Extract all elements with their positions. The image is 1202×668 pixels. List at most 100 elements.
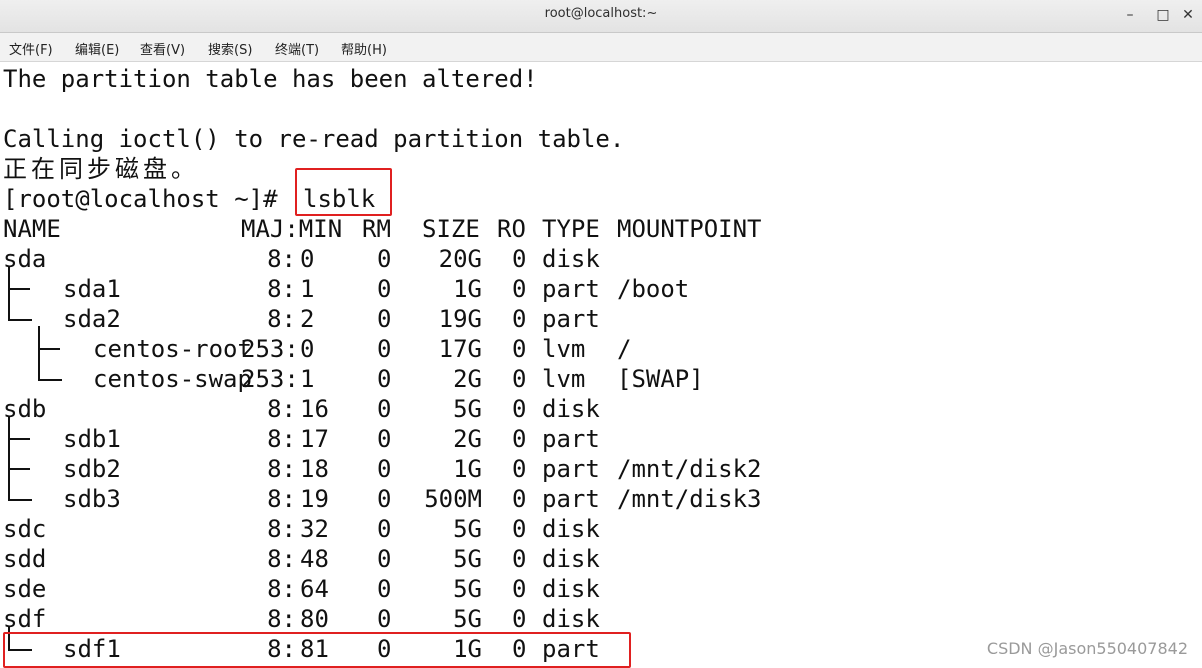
ro-value: 0 [512, 395, 527, 423]
ro-value: 0 [512, 515, 527, 543]
maj-number: 253: [241, 365, 299, 393]
tree-branch [8, 468, 30, 470]
window-title: root@localhost:~ [544, 6, 658, 21]
device-name: sdb1 [63, 425, 121, 453]
watermark: CSDN @Jason550407842 [986, 639, 1188, 658]
ro-value: 0 [512, 605, 527, 633]
maj-number: 8: [267, 515, 296, 543]
tree-connector [8, 266, 32, 296]
maj-number: 8: [267, 575, 296, 603]
maj-number: 8: [267, 485, 296, 513]
size-value: 500M [424, 485, 482, 513]
size-value: 20G [438, 245, 482, 273]
command-text: lsblk [303, 185, 376, 213]
min-number: 18 [300, 455, 329, 483]
min-number: 2 [300, 305, 315, 333]
col-header-size: SIZE [422, 215, 480, 243]
title-bar: root@localhost:~ – □ ✕ [0, 0, 1202, 33]
tree-connector [8, 446, 32, 476]
rm-value: 0 [377, 275, 392, 303]
maj-number: 8: [267, 455, 296, 483]
maj-number: 8: [267, 245, 296, 273]
output-line: Calling ioctl() to re-read partition tab… [3, 125, 625, 153]
size-value: 1G [453, 275, 482, 303]
ro-value: 0 [512, 635, 527, 663]
maj-number: 253: [241, 335, 299, 363]
min-number: 17 [300, 425, 329, 453]
rm-value: 0 [377, 335, 392, 363]
rm-value: 0 [377, 485, 392, 513]
type-value: part [542, 305, 600, 333]
device-name: sde [3, 575, 47, 603]
maj-number: 8: [267, 275, 296, 303]
type-value: part [542, 485, 600, 513]
size-value: 5G [453, 605, 482, 633]
rm-value: 0 [377, 305, 392, 333]
menu-view[interactable]: 查看(V) [140, 39, 185, 58]
min-number: 0 [300, 335, 315, 363]
tree-branch [8, 438, 30, 440]
ro-value: 0 [512, 545, 527, 573]
min-number: 32 [300, 515, 329, 543]
size-value: 1G [453, 455, 482, 483]
rm-value: 0 [377, 245, 392, 273]
type-value: lvm [542, 335, 586, 363]
min-number: 48 [300, 545, 329, 573]
min-number: 16 [300, 395, 329, 423]
maj-number: 8: [267, 635, 296, 663]
close-button[interactable]: ✕ [1176, 4, 1200, 26]
size-value: 19G [438, 305, 482, 333]
rm-value: 0 [377, 455, 392, 483]
ro-value: 0 [512, 305, 527, 333]
type-value: disk [542, 545, 600, 573]
mountpoint-value: /mnt/disk3 [617, 485, 762, 513]
rm-value: 0 [377, 635, 392, 663]
tree-connector [8, 626, 32, 651]
size-value: 2G [453, 425, 482, 453]
device-name: sdb2 [63, 455, 121, 483]
shell-prompt: [root@localhost ~]# [3, 185, 278, 213]
menu-help[interactable]: 帮助(H) [341, 39, 387, 58]
mountpoint-value: /mnt/disk2 [617, 455, 762, 483]
type-value: disk [542, 575, 600, 603]
menu-search[interactable]: 搜索(S) [208, 39, 252, 58]
ro-value: 0 [512, 485, 527, 513]
mountpoint-value: / [617, 335, 632, 363]
min-number: 1 [300, 275, 315, 303]
type-value: disk [542, 395, 600, 423]
type-value: part [542, 635, 600, 663]
maj-number: 8: [267, 605, 296, 633]
rm-value: 0 [377, 515, 392, 543]
terminal-area[interactable]: The partition table has been altered! Ca… [0, 62, 1202, 668]
mountpoint-value: [SWAP] [617, 365, 704, 393]
maj-number: 8: [267, 395, 296, 423]
size-value: 2G [453, 365, 482, 393]
col-header-majmin: MAJ:MIN [241, 215, 343, 243]
tree-connector [8, 296, 32, 321]
device-name: sdc [3, 515, 47, 543]
minimize-button[interactable]: – [1118, 4, 1142, 26]
maximize-button[interactable]: □ [1151, 4, 1175, 26]
menu-file[interactable]: 文件(F) [9, 39, 53, 58]
type-value: part [542, 425, 600, 453]
type-value: disk [542, 515, 600, 543]
size-value: 17G [438, 335, 482, 363]
rm-value: 0 [377, 575, 392, 603]
tree-connector [8, 476, 32, 501]
menu-terminal[interactable]: 终端(T) [275, 39, 319, 58]
device-name: sdf1 [63, 635, 121, 663]
menu-edit[interactable]: 编辑(E) [75, 39, 119, 58]
tree-branch [8, 288, 30, 290]
tree-connector [38, 356, 62, 381]
ro-value: 0 [512, 425, 527, 453]
tree-connector [38, 326, 62, 356]
min-number: 64 [300, 575, 329, 603]
mountpoint-value: /boot [617, 275, 690, 303]
ro-value: 0 [512, 335, 527, 363]
device-name: sda2 [63, 305, 121, 333]
tree-connector [8, 416, 32, 446]
ro-value: 0 [512, 575, 527, 603]
ro-value: 0 [512, 245, 527, 273]
min-number: 1 [300, 365, 315, 393]
device-name: sdd [3, 545, 47, 573]
